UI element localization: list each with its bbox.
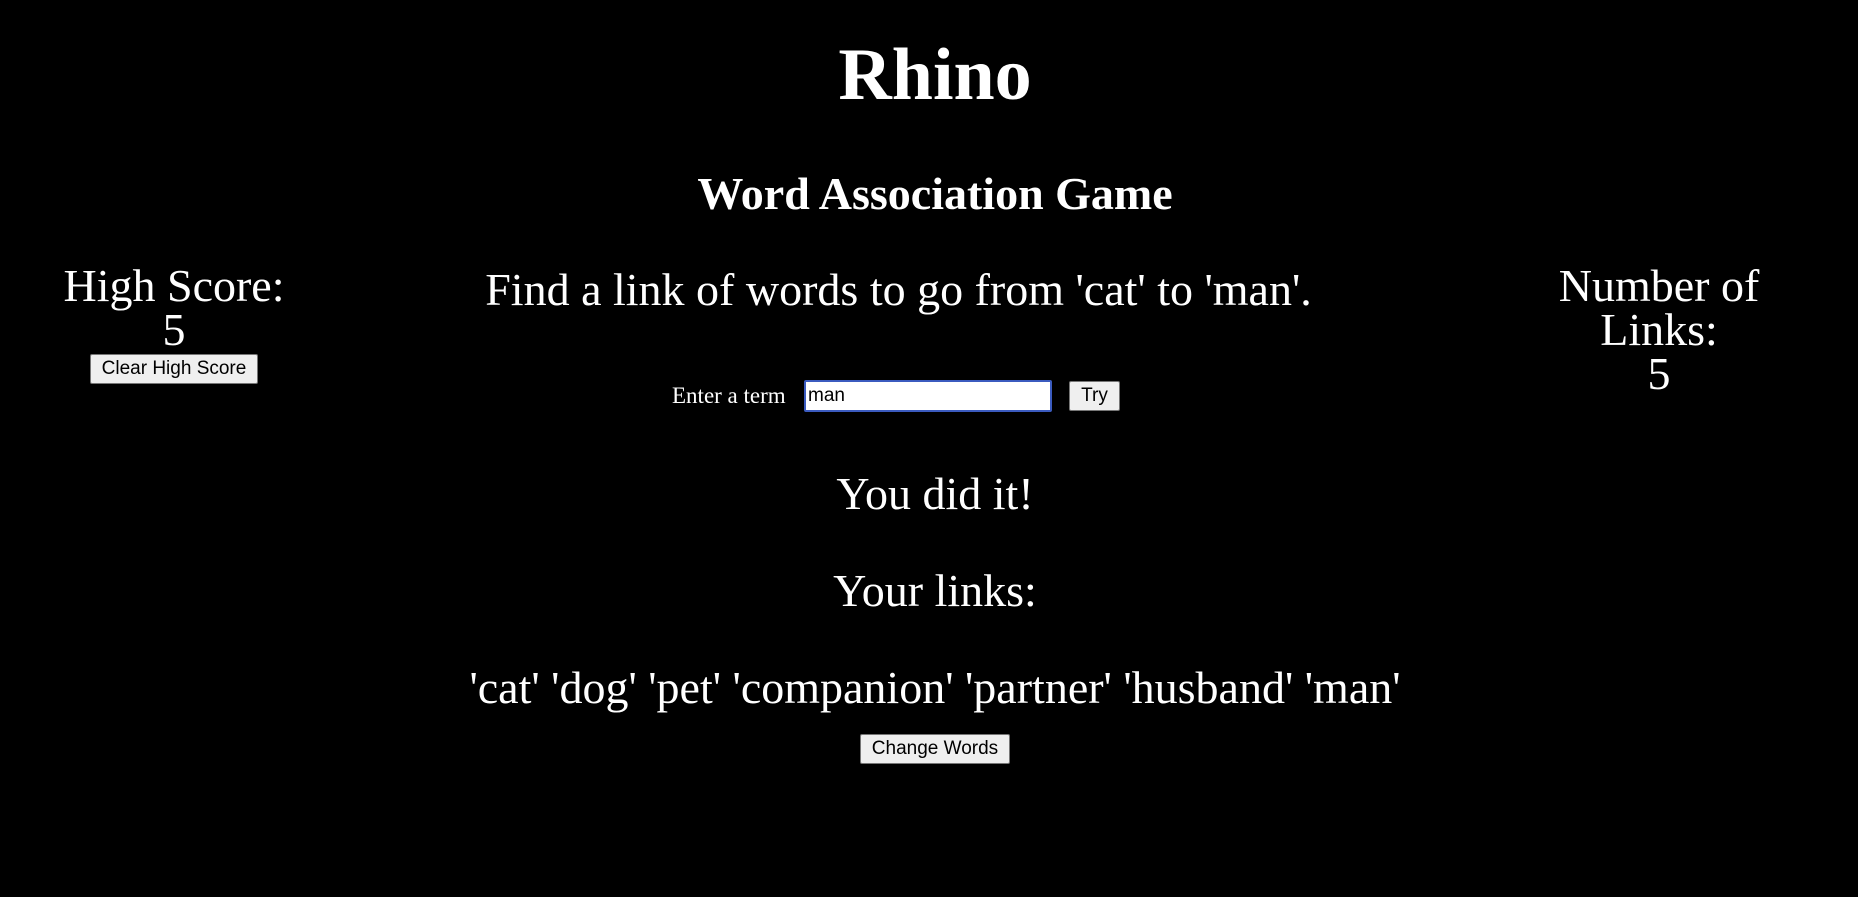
link-word: 'partner' [965,662,1112,713]
page-subtitle: Word Association Game [697,168,1173,219]
number-of-links-panel: Number of Links: 5 [1510,260,1808,397]
term-entry-row: Enter a term Try [0,380,1858,414]
try-button[interactable]: Try [1069,381,1120,411]
link-word: 'dog' [551,662,637,713]
number-of-links-label-line2: Links: [1600,304,1718,355]
term-input[interactable] [804,380,1052,412]
link-word: 'man' [1304,662,1401,713]
page-title: Rhino [838,34,1032,116]
link-word: 'husband' [1123,662,1294,713]
links-heading: Your links: [833,565,1037,616]
result-message: You did it! [836,468,1034,519]
change-words-button[interactable]: Change Words [860,734,1010,764]
link-word: 'companion' [732,662,954,713]
game-page: Rhino Word Association Game High Score: … [0,0,1858,897]
number-of-links-label-line1: Number of [1558,260,1760,311]
link-word: 'pet' [648,662,722,713]
link-word: 'cat' [469,662,540,713]
term-label: Enter a term [672,383,786,408]
links-list: 'cat' 'dog' 'pet' 'companion' 'partner' … [0,662,1858,714]
